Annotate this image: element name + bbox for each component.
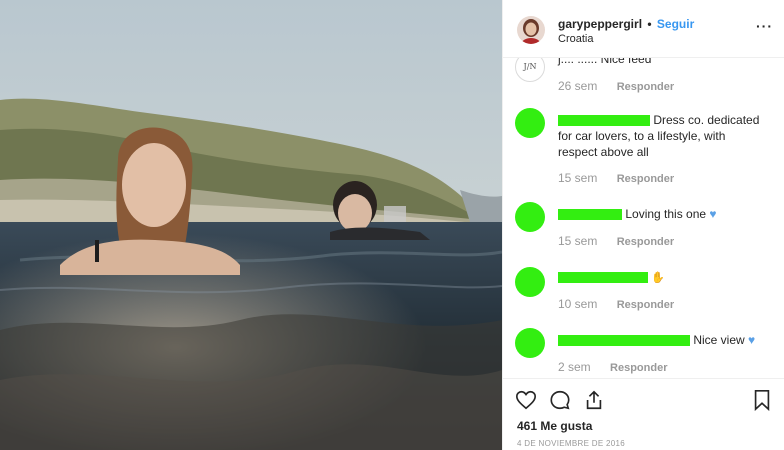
redacted-username[interactable]: [558, 209, 622, 221]
reply-button[interactable]: Responder: [617, 173, 674, 185]
post-actions: 461 Me gusta 4 DE NOVIEMBRE DE 2016: [503, 378, 784, 450]
comment-meta: 26 sem Responder: [558, 79, 674, 93]
commenter-avatar-redacted[interactable]: [515, 328, 545, 358]
redacted-username[interactable]: [558, 335, 690, 347]
blue-heart-icon: ♥: [748, 333, 756, 347]
comment-text: j...: ...... Nice feed: [558, 58, 652, 66]
comment-time[interactable]: 10 sem: [558, 297, 597, 311]
share-icon[interactable]: [583, 389, 605, 411]
redacted-username[interactable]: [558, 272, 648, 284]
author-avatar-image: [517, 16, 545, 44]
comment-meta: 15 sem Responder: [558, 171, 674, 185]
post-header: garypeppergirl • Seguir Croatia ···: [503, 0, 784, 58]
post-sidebar: garypeppergirl • Seguir Croatia ··· J/N …: [502, 0, 784, 450]
reply-button[interactable]: Responder: [617, 299, 674, 311]
comment-body: ✋: [558, 269, 768, 286]
swimming-photo: [0, 0, 502, 450]
commenter-avatar-redacted[interactable]: [515, 267, 545, 297]
comment-time[interactable]: 15 sem: [558, 171, 597, 185]
post-location[interactable]: Croatia: [558, 33, 593, 45]
author-avatar[interactable]: [517, 16, 545, 44]
commenter-avatar-redacted[interactable]: [515, 108, 545, 138]
reply-button[interactable]: Responder: [617, 81, 674, 93]
comment-time[interactable]: 15 sem: [558, 234, 597, 248]
follow-button[interactable]: Seguir: [657, 17, 694, 31]
comment-body: Nice view ♥: [558, 332, 768, 348]
comment-bubble-icon[interactable]: [549, 389, 571, 411]
ok-hand-icon: ✋: [651, 272, 666, 284]
blue-heart-icon: ♥: [709, 207, 717, 221]
separator-dot: •: [647, 17, 652, 31]
comment-time[interactable]: 2 sem: [558, 360, 591, 374]
reply-button[interactable]: Responder: [610, 362, 667, 374]
comments-list[interactable]: J/N j...: ...... Nice feed 26 sem Respon…: [503, 58, 784, 378]
likes-count[interactable]: 461 Me gusta: [517, 419, 592, 433]
comment-body: Dress co. dedicated for car lovers, to a…: [558, 112, 768, 160]
author-line: garypeppergirl • Seguir: [558, 17, 694, 31]
post-date[interactable]: 4 DE NOVIEMBRE DE 2016: [517, 439, 625, 448]
comment-text: Nice view: [693, 333, 745, 347]
redacted-username[interactable]: [558, 115, 650, 127]
comment-meta: 2 sem Responder: [558, 360, 668, 374]
comment-time[interactable]: 26 sem: [558, 79, 597, 93]
like-heart-icon[interactable]: [515, 389, 537, 411]
comment-body: Loving this one ♥: [558, 206, 768, 222]
reply-button[interactable]: Responder: [617, 236, 674, 248]
more-options-icon[interactable]: ···: [756, 18, 773, 34]
comment-meta: 10 sem Responder: [558, 297, 674, 311]
comment-meta: 15 sem Responder: [558, 234, 674, 248]
comment-text: Loving this one: [625, 207, 707, 221]
bookmark-icon[interactable]: [751, 389, 773, 411]
commenter-avatar-redacted[interactable]: [515, 202, 545, 232]
author-username[interactable]: garypeppergirl: [558, 17, 642, 31]
commenter-avatar[interactable]: J/N: [515, 58, 545, 82]
post-photo[interactable]: [0, 0, 502, 450]
